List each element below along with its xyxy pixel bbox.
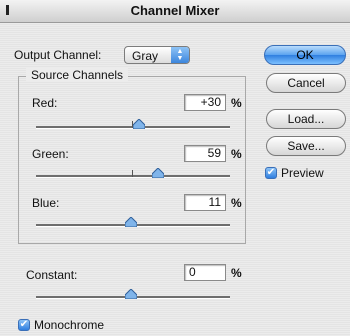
- red-slider-thumb[interactable]: [132, 119, 145, 129]
- red-label: Red:: [32, 96, 58, 110]
- preview-label: Preview: [281, 166, 324, 180]
- window-title: Channel Mixer: [130, 3, 220, 18]
- blue-label: Blue:: [32, 196, 60, 210]
- red-percent: %: [231, 96, 242, 110]
- blue-value-field[interactable]: 11: [184, 194, 226, 211]
- green-value-field[interactable]: 59: [184, 145, 226, 162]
- cancel-button[interactable]: Cancel: [266, 73, 346, 93]
- monochrome-checkbox[interactable]: ✔: [18, 319, 30, 331]
- output-channel-value: Gray: [132, 49, 159, 63]
- corner-mark: [6, 5, 9, 15]
- select-arrows-icon: ▲ ▼: [171, 47, 189, 63]
- blue-slider-thumb[interactable]: [125, 217, 138, 227]
- save-button[interactable]: Save...: [266, 136, 346, 156]
- ok-button[interactable]: OK: [264, 45, 346, 65]
- red-value-field[interactable]: +30: [184, 94, 226, 111]
- green-label: Green:: [32, 147, 69, 161]
- load-button[interactable]: Load...: [266, 109, 346, 129]
- constant-label: Constant:: [26, 268, 78, 282]
- constant-slider-thumb[interactable]: [125, 289, 138, 299]
- monochrome-label: Monochrome: [34, 318, 105, 332]
- constant-percent: %: [231, 266, 242, 280]
- constant-value-field[interactable]: 0: [184, 264, 226, 281]
- green-slider-center-tick: [132, 170, 133, 177]
- preview-checkbox[interactable]: ✔: [265, 167, 277, 179]
- blue-percent: %: [231, 196, 242, 210]
- green-slider-track[interactable]: [36, 175, 230, 178]
- window-title-bar[interactable]: Channel Mixer: [0, 0, 350, 23]
- output-channel-select[interactable]: Gray ▲ ▼: [124, 46, 190, 64]
- output-channel-label: Output Channel:: [14, 48, 102, 62]
- green-percent: %: [231, 147, 242, 161]
- source-channels-title: Source Channels: [26, 68, 129, 82]
- green-slider-thumb[interactable]: [152, 168, 165, 178]
